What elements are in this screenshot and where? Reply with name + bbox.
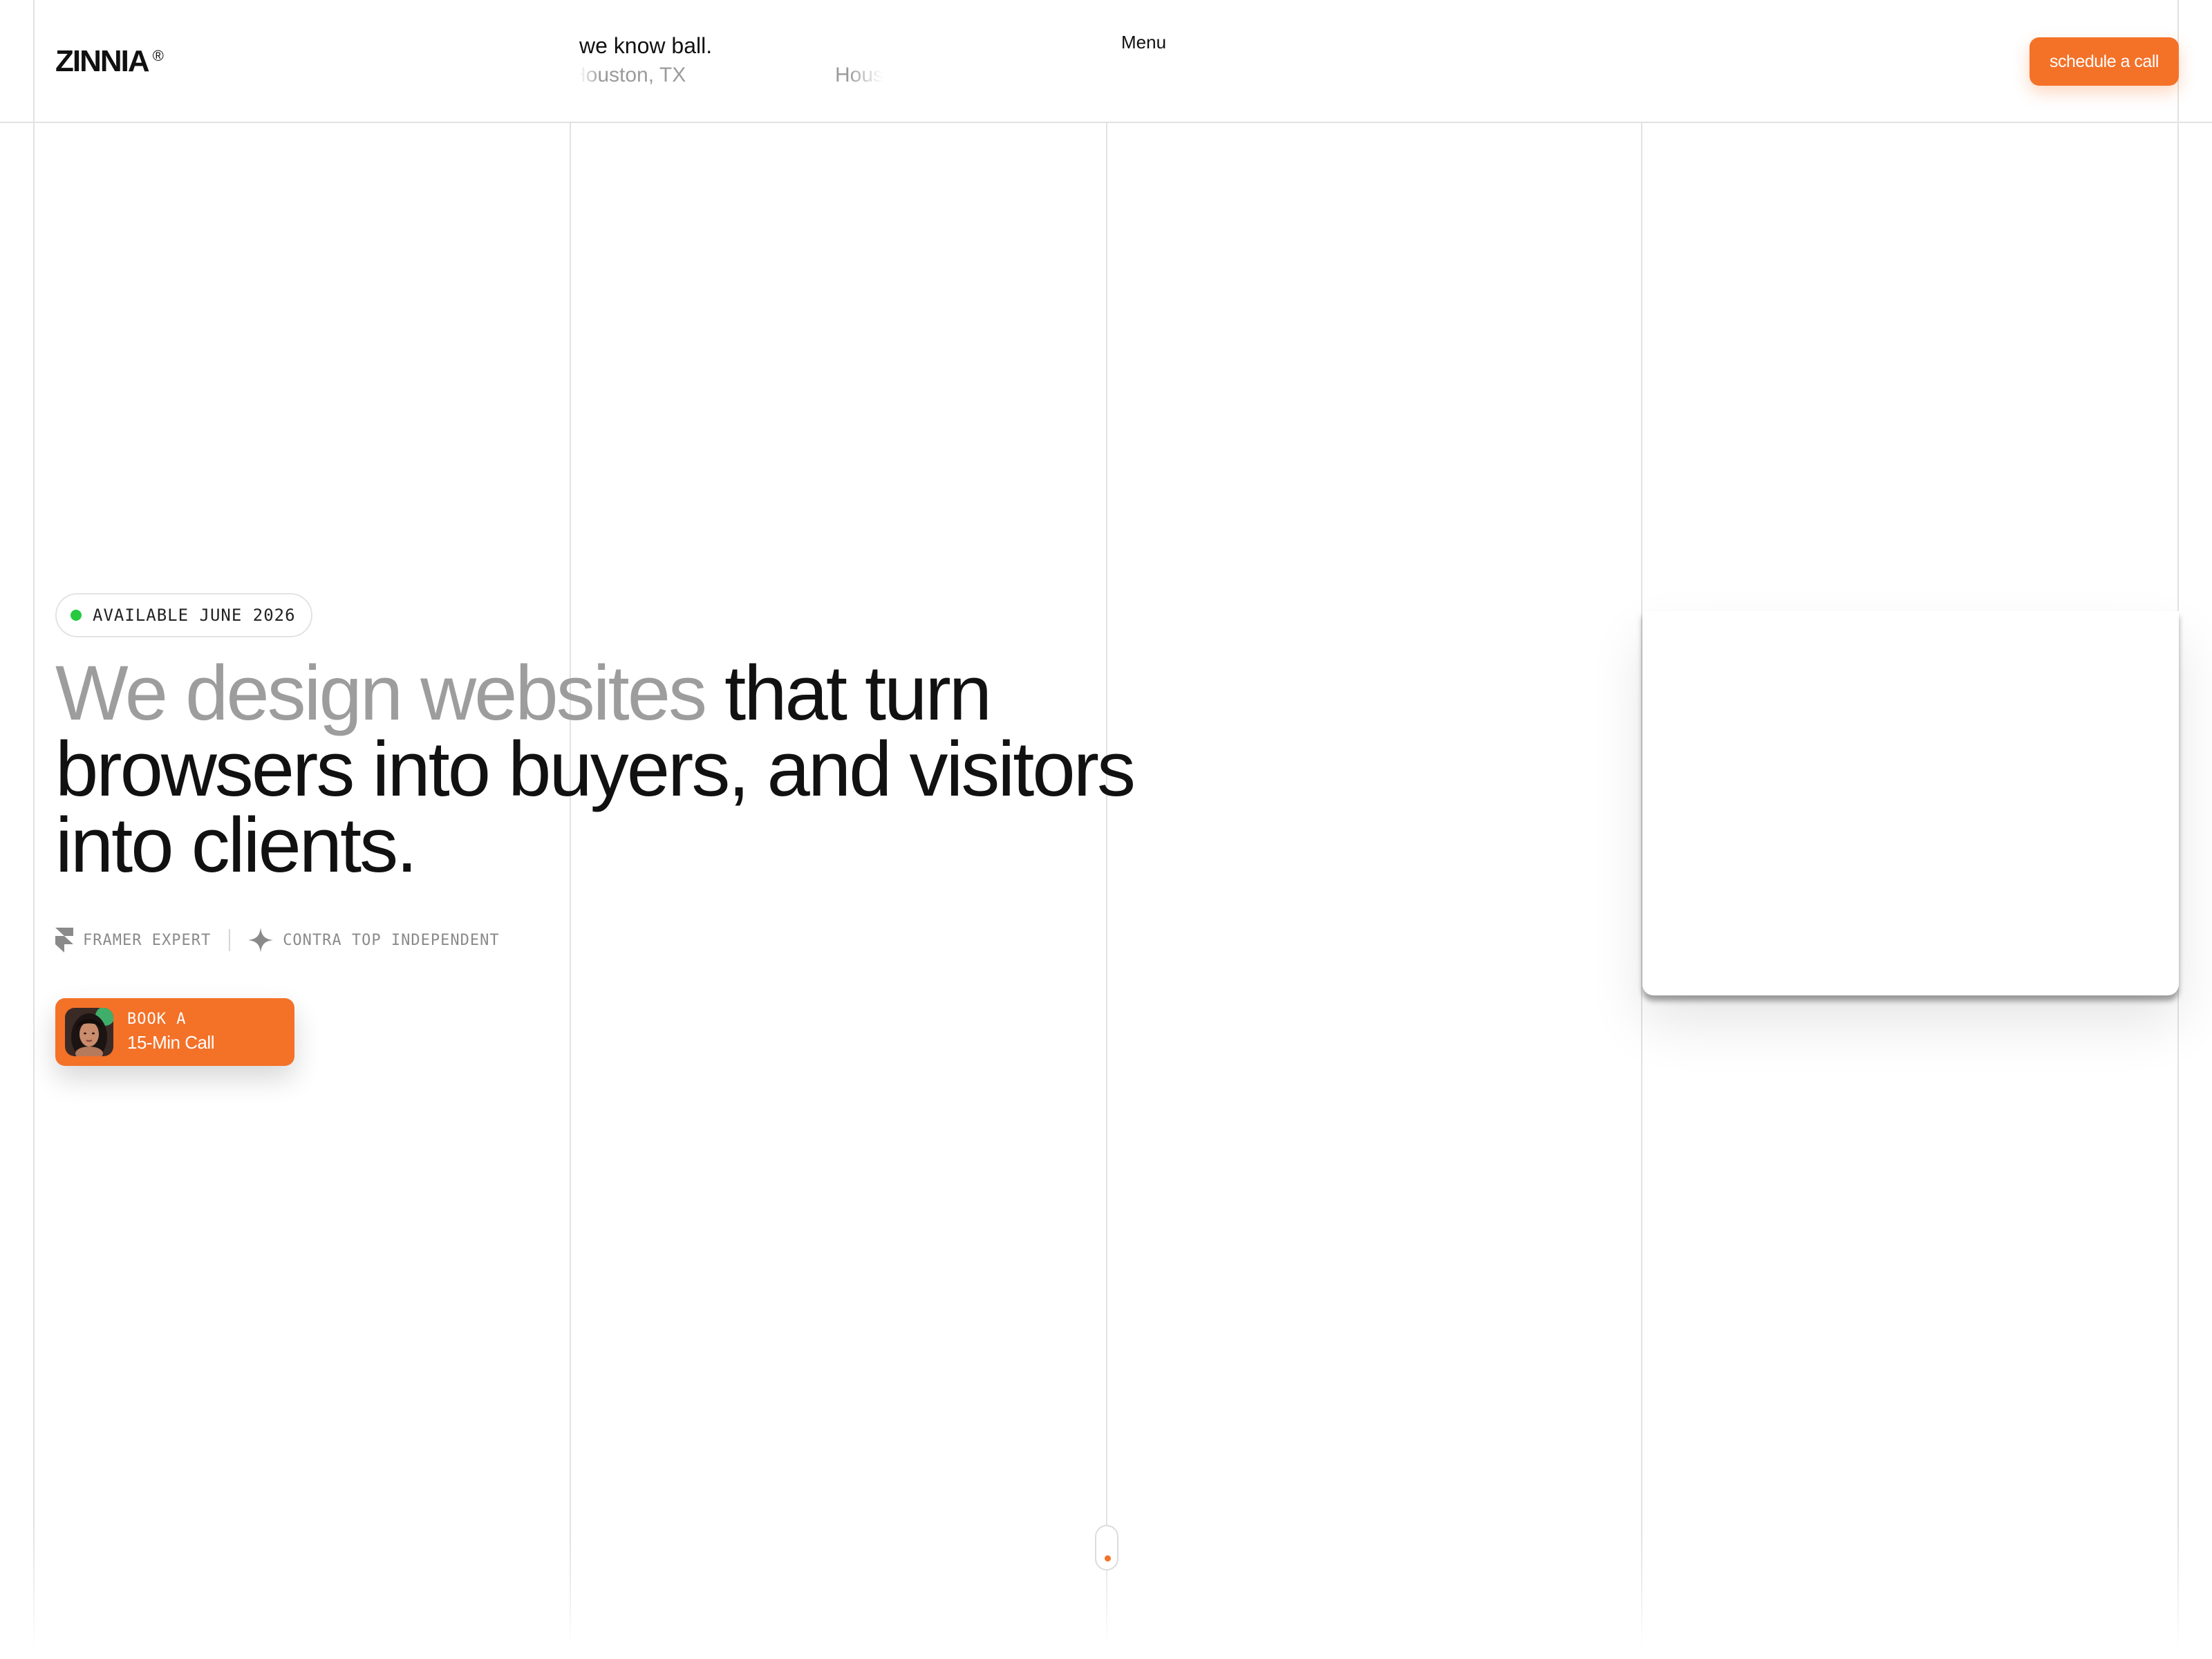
menu-button[interactable]: Menu (1121, 32, 1166, 53)
grid-line (570, 123, 571, 1659)
grid-line (1106, 123, 1107, 1659)
header-tagline: we know ball. (579, 33, 713, 58)
availability-badge: AVAILABLE JUNE 2026 (55, 593, 312, 637)
floating-card (1642, 611, 2179, 995)
credential-label: CONTRA TOP INDEPENDENT (283, 931, 500, 949)
contra-icon (248, 928, 274, 953)
credential-separator (229, 929, 231, 951)
brand-logo[interactable]: ZINNIA ® (55, 44, 164, 79)
book-call-button[interactable]: BOOK A 15-Min Call (55, 998, 294, 1066)
grid-line (33, 0, 35, 1659)
credentials-row: FRAMER EXPERT CONTRA TOP INDEPENDENT (55, 926, 500, 954)
scroll-dot-icon (1105, 1555, 1111, 1562)
book-call-line2: 15-Min Call (127, 1032, 215, 1053)
status-dot-icon (71, 610, 82, 621)
registered-mark: ® (152, 47, 164, 64)
book-call-text: BOOK A 15-Min Call (127, 1011, 215, 1053)
credential-label: FRAMER EXPERT (83, 931, 212, 949)
availability-text: AVAILABLE JUNE 2026 (93, 606, 296, 625)
schedule-call-button[interactable]: schedule a call (2030, 37, 2179, 86)
bottom-fade (0, 1618, 2212, 1659)
location-ticker: Houston, TX Houst (579, 64, 897, 94)
scroll-indicator[interactable] (1095, 1525, 1118, 1571)
ticker-fade (579, 64, 600, 94)
brand-logo-text: ZINNIA (55, 44, 150, 78)
avatar (65, 1008, 113, 1056)
headline-muted: We design websites (55, 650, 707, 736)
ticker-fade (849, 64, 897, 94)
book-call-line1: BOOK A (127, 1011, 187, 1028)
header-divider (0, 122, 2212, 123)
hero-headline: We design websites that turn browsers in… (55, 655, 1136, 884)
page: ZINNIA ® we know ball. Houston, TX Houst… (0, 0, 2212, 1659)
framer-icon (55, 928, 73, 953)
